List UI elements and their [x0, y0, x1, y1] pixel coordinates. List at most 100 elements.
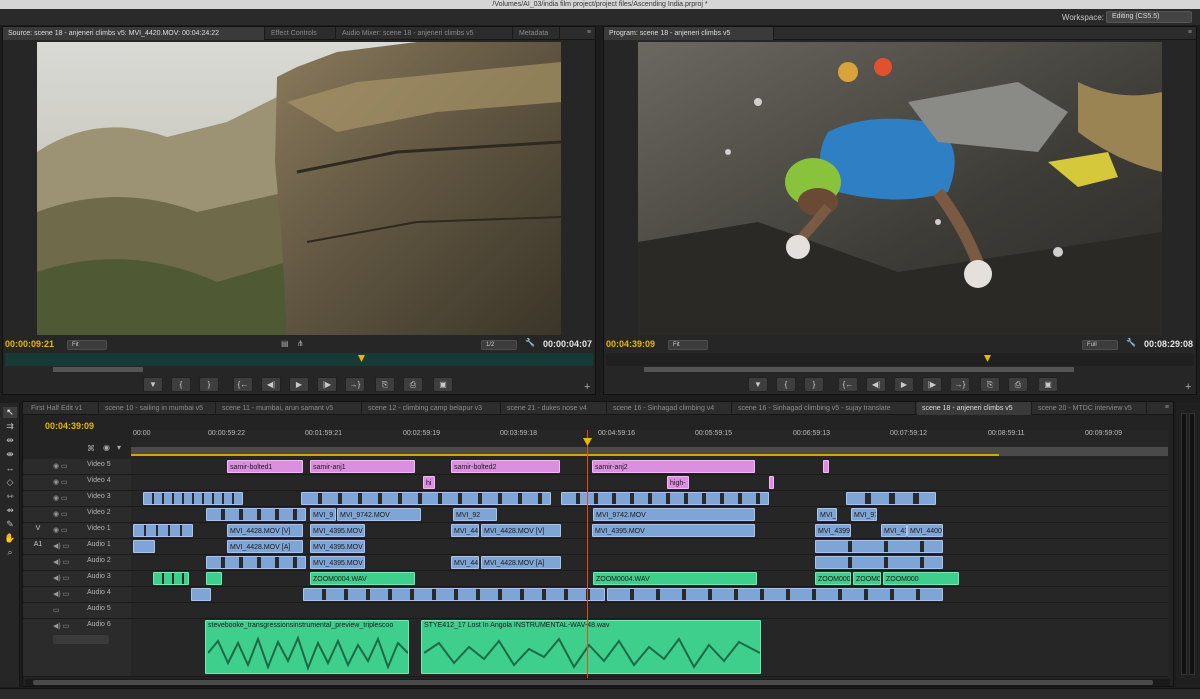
track-header-audio-3[interactable]: ◀) ▭ Audio 3	[23, 571, 131, 587]
clip[interactable]	[846, 492, 936, 505]
clip[interactable]: ZOOM0	[853, 572, 881, 585]
track-header-audio-6[interactable]: ◀) ▭ Audio 6	[23, 619, 131, 677]
timeline-menu-icon[interactable]: ≡	[1165, 404, 1169, 411]
clip[interactable]: samir-anj2	[592, 460, 755, 473]
clip[interactable]	[301, 492, 551, 505]
eye-icon[interactable]: ◉ ▭	[53, 478, 68, 486]
clip[interactable]: MVI_4428.MOV [A]	[227, 540, 303, 553]
eye-icon[interactable]: ◉ ▭	[53, 510, 68, 518]
clip[interactable]: MVI_92	[453, 508, 497, 521]
clip[interactable]: ZOOM0004.WAV	[310, 572, 415, 585]
track-header-video-3[interactable]: ◉ ▭ Video 3	[23, 491, 131, 507]
insert-button[interactable]: ⎘	[375, 377, 395, 392]
rate-stretch-tool-icon[interactable]: ↔	[3, 463, 17, 474]
track-header-audio-1[interactable]: A1 ◀) ▭ Audio 1	[23, 539, 131, 555]
clip[interactable]: MVI_44	[451, 524, 479, 537]
ripple-edit-tool-icon[interactable]: ⇹	[3, 435, 17, 446]
track-header-audio-4[interactable]: ◀) ▭ Audio 4	[23, 587, 131, 603]
track-header-audio-5[interactable]: ▭ Audio 5	[23, 603, 131, 619]
track-lane-audio-5[interactable]	[131, 603, 1168, 619]
tab-sequence-scene-18[interactable]: scene 18 - anjeneri climbs v5	[917, 402, 1032, 415]
program-fit-select[interactable]: Fit	[668, 340, 708, 350]
overwrite-button[interactable]: ⎙	[403, 377, 423, 392]
track-header-video-5[interactable]: ◉ ▭ Video 5	[23, 459, 131, 475]
clip[interactable]	[153, 572, 189, 585]
program-go-to-out-button[interactable]: →}	[950, 377, 970, 392]
source-zoom-bar[interactable]	[53, 367, 143, 372]
workspace-select[interactable]: Editing (CS5.5)	[1106, 11, 1192, 23]
clip[interactable]: MVI_4400	[907, 524, 943, 537]
clip[interactable]	[561, 492, 769, 505]
tab-metadata[interactable]: Metadata	[514, 27, 560, 40]
add-marker-button[interactable]: ▼	[143, 377, 163, 392]
track-lane-audio-2[interactable]: MVI_4395.MOV MVI_44 MVI_4428.MOV [A]	[131, 555, 1168, 571]
keyframe-nav[interactable]	[53, 635, 109, 644]
tab-sequence-scene-21[interactable]: scene 21 - dukes nose v4	[502, 402, 607, 415]
track-lane-audio-3[interactable]: ZOOM0004.WAV ZOOM0004.WAV ZOOM000 ZOOM0 …	[131, 571, 1168, 587]
tab-program[interactable]: Program: scene 18 - anjeneri climbs v5	[604, 27, 774, 40]
track-target[interactable]: V	[30, 525, 46, 535]
track-select-tool-icon[interactable]: ⇉	[3, 421, 17, 432]
program-panel-menu-icon[interactable]: ≡	[1188, 29, 1192, 36]
audio-clip[interactable]: STYE412_17 Lost In Angola INSTRUMENTAL-W…	[421, 620, 761, 674]
audio-clip[interactable]: stevebooke_transgressionsinstrumental_pr…	[205, 620, 409, 674]
set-marker-icon[interactable]: ▾	[117, 443, 121, 452]
clip[interactable]: ZOOM0004.WAV	[593, 572, 757, 585]
program-play-button[interactable]: ▶	[894, 377, 914, 392]
program-mark-out-button[interactable]: }	[804, 377, 824, 392]
export-frame-button[interactable]: ▣	[433, 377, 453, 392]
clip[interactable]: MVI_4395.MOV	[310, 524, 365, 537]
clip[interactable]	[607, 588, 943, 601]
program-zoom-bar[interactable]	[644, 367, 1074, 372]
track-lane-video-2[interactable]: MVI_9 MVI_9742.MOV MVI_92 MVI_9742.MOV M…	[131, 507, 1168, 523]
tab-audio-mixer[interactable]: Audio Mixer: scene 18 - anjeneri climbs …	[337, 27, 513, 40]
play-button[interactable]: ▶	[289, 377, 309, 392]
tab-sequence-scene-11[interactable]: scene 11 - mumbai, arun samant v5	[217, 402, 362, 415]
track-lane-video-5[interactable]: samir-bolted1 samir-anj1 samir-bolted2 s…	[131, 459, 1168, 475]
track-lane-video-3[interactable]	[131, 491, 1168, 507]
settings-icon[interactable]: ⋔	[297, 339, 304, 348]
clip[interactable]: MVI_4428.MOV [V]	[481, 524, 561, 537]
selection-tool-icon[interactable]: ↖	[3, 407, 17, 418]
export-frame-icon[interactable]: ▤	[281, 339, 289, 348]
program-timecode[interactable]: 00:04:39:09	[606, 339, 655, 349]
clip[interactable]	[133, 540, 155, 553]
clip[interactable]	[815, 556, 943, 569]
timeline-hscroll[interactable]	[25, 679, 1170, 686]
tab-sequence-scene-20[interactable]: scene 20 - MTDC interview v5	[1033, 402, 1147, 415]
program-add-marker-button[interactable]: ▼	[748, 377, 768, 392]
panel-menu-icon[interactable]: ≡	[587, 29, 591, 36]
speaker-icon[interactable]: ◀) ▭	[53, 590, 69, 598]
timeline-timecode[interactable]: 00:04:39:09	[45, 421, 94, 431]
clip[interactable]	[143, 492, 243, 505]
program-wrench-icon[interactable]: 🔧	[1126, 338, 1136, 347]
clip[interactable]: MVI_4428.MOV [A]	[481, 556, 561, 569]
step-back-button[interactable]: ◀|	[261, 377, 281, 392]
track-header-video-4[interactable]: ◉ ▭ Video 4	[23, 475, 131, 491]
clip[interactable]	[206, 556, 306, 569]
source-resolution-select[interactable]: 1/2	[481, 340, 517, 350]
clip[interactable]: samir-bolted2	[451, 460, 560, 473]
lift-button[interactable]: ⎘	[980, 377, 1000, 392]
tab-sequence-scene-10[interactable]: scene 10 - sailing in mumbai v5	[100, 402, 216, 415]
clip[interactable]: ZOOM000	[883, 572, 959, 585]
step-forward-button[interactable]: |▶	[317, 377, 337, 392]
clip[interactable]: ZOOM000	[815, 572, 851, 585]
snap-icon[interactable]: ⌘	[87, 444, 95, 453]
timeline-hscroll-thumb[interactable]	[33, 680, 1153, 685]
work-area-range[interactable]	[131, 454, 999, 456]
clip[interactable]: high-	[667, 476, 689, 489]
timeline-playhead[interactable]	[587, 430, 588, 678]
work-area-bar[interactable]	[131, 447, 1168, 456]
marker-icon[interactable]: ◉	[103, 443, 110, 452]
source-scrubber[interactable]	[5, 353, 593, 366]
program-step-forward-button[interactable]: |▶	[922, 377, 942, 392]
track-target[interactable]: A1	[30, 541, 46, 551]
track-header-audio-2[interactable]: ◀) ▭ Audio 2	[23, 555, 131, 571]
program-go-to-in-button[interactable]: {←	[838, 377, 858, 392]
source-add-button[interactable]: +	[584, 381, 590, 393]
tab-sequence-first-half[interactable]: First Half Edit v1	[26, 402, 99, 415]
clip[interactable]: MVI_44	[451, 556, 479, 569]
clip[interactable]: MVI_4399	[815, 524, 851, 537]
clip[interactable]: MVI_4395.MOV	[592, 524, 755, 537]
